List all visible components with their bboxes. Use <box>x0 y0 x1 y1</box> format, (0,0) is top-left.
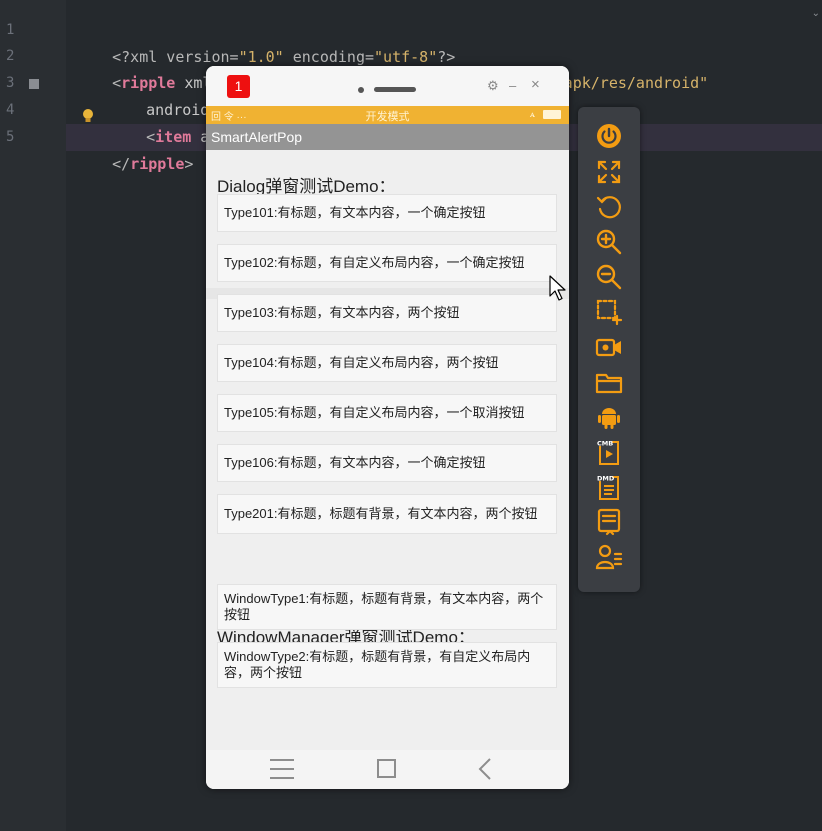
svg-text:CMB: CMB <box>597 440 613 448</box>
back-icon[interactable] <box>476 757 496 781</box>
line-number: 2 <box>6 48 15 64</box>
zoom-in-icon[interactable] <box>594 227 624 257</box>
fold-arrow-icon[interactable]: ⌄ <box>812 8 820 19</box>
editor-gutter: 1 2 3 4 5 <box>0 0 66 831</box>
app-title: SmartAlertPop <box>211 129 303 145</box>
user-settings-icon[interactable] <box>594 542 624 572</box>
fullscreen-icon[interactable] <box>594 157 624 187</box>
type103-button[interactable]: Type103:有标题，有文本内容，两个按钮 <box>217 294 557 332</box>
type105-button[interactable]: Type105:有标题，有自定义布局内容，一个取消按钮 <box>217 394 557 432</box>
emulator-titlebar[interactable]: 1 ⚙ – × <box>206 66 569 106</box>
line-number: 3 <box>6 75 15 91</box>
screenshot-region-icon[interactable] <box>594 297 624 327</box>
type104-button[interactable]: Type104:有标题，有自定义布局内容，两个按钮 <box>217 344 557 382</box>
power-icon[interactable] <box>594 121 624 151</box>
type102-button[interactable]: Type102:有标题，有自定义布局内容，一个确定按钮 <box>217 244 557 282</box>
svg-text:DMD: DMD <box>597 475 615 483</box>
notification-badge[interactable]: 1 <box>227 75 250 98</box>
home-icon[interactable] <box>377 759 396 778</box>
android-icon[interactable] <box>594 402 624 432</box>
code-line-5[interactable]: </ripple> <box>76 124 193 205</box>
line-number: 4 <box>6 102 15 118</box>
app-bar: SmartAlertPop <box>206 124 569 150</box>
minimize-button[interactable]: – <box>509 78 516 94</box>
folder-icon[interactable] <box>594 367 624 397</box>
status-icons-right: ꭺ <box>530 109 561 120</box>
line-number: 5 <box>6 129 15 145</box>
rotate-icon[interactable] <box>594 192 624 222</box>
menu-icon[interactable] <box>270 759 294 779</box>
nav-bar <box>206 750 569 789</box>
status-bar: 回 令 ··· 开发模式 ꭺ <box>206 106 569 124</box>
speaker-pill <box>374 87 416 92</box>
zoom-out-icon[interactable] <box>594 262 624 292</box>
status-mode-label: 开发模式 <box>365 111 410 123</box>
windowtype1-button[interactable]: WindowType1:有标题，标题有背景，有文本内容，两个按钮 <box>217 584 557 630</box>
close-button[interactable]: × <box>531 77 540 93</box>
windowtype2-button[interactable]: WindowType2:有标题，标题有背景，有自定义布局内容，两个按钮 <box>217 642 557 688</box>
type106-button[interactable]: Type106:有标题，有文本内容，一个确定按钮 <box>217 444 557 482</box>
dmd-script-icon[interactable]: DMD <box>594 472 624 502</box>
log-icon[interactable] <box>594 507 624 537</box>
emulator-tool-panel: CMB DMD <box>578 107 640 592</box>
lightbulb-icon[interactable] <box>81 108 95 124</box>
emulator-window: 1 ⚙ – × 回 令 ··· 开发模式 ꭺ SmartAlertPop Dia… <box>206 66 569 789</box>
mouse-cursor-icon <box>549 275 566 301</box>
type201-button[interactable]: Type201:有标题，标题有背景，有文本内容，两个按钮 <box>217 494 557 534</box>
app-content: Dialog弹窗测试Demo： Type101:有标题，有文本内容，一个确定按钮… <box>206 150 569 750</box>
battery-icon <box>543 110 561 119</box>
gutter-breakpoint-marker[interactable] <box>29 79 39 89</box>
record-video-icon[interactable] <box>594 332 624 362</box>
signal-icon: ꭺ <box>529 109 535 120</box>
line-number: 1 <box>6 22 15 38</box>
type101-button[interactable]: Type101:有标题，有文本内容，一个确定按钮 <box>217 194 557 232</box>
settings-icon[interactable]: ⚙ <box>487 78 499 94</box>
cmb-script-icon[interactable]: CMB <box>594 437 624 467</box>
camera-dot <box>358 87 364 93</box>
